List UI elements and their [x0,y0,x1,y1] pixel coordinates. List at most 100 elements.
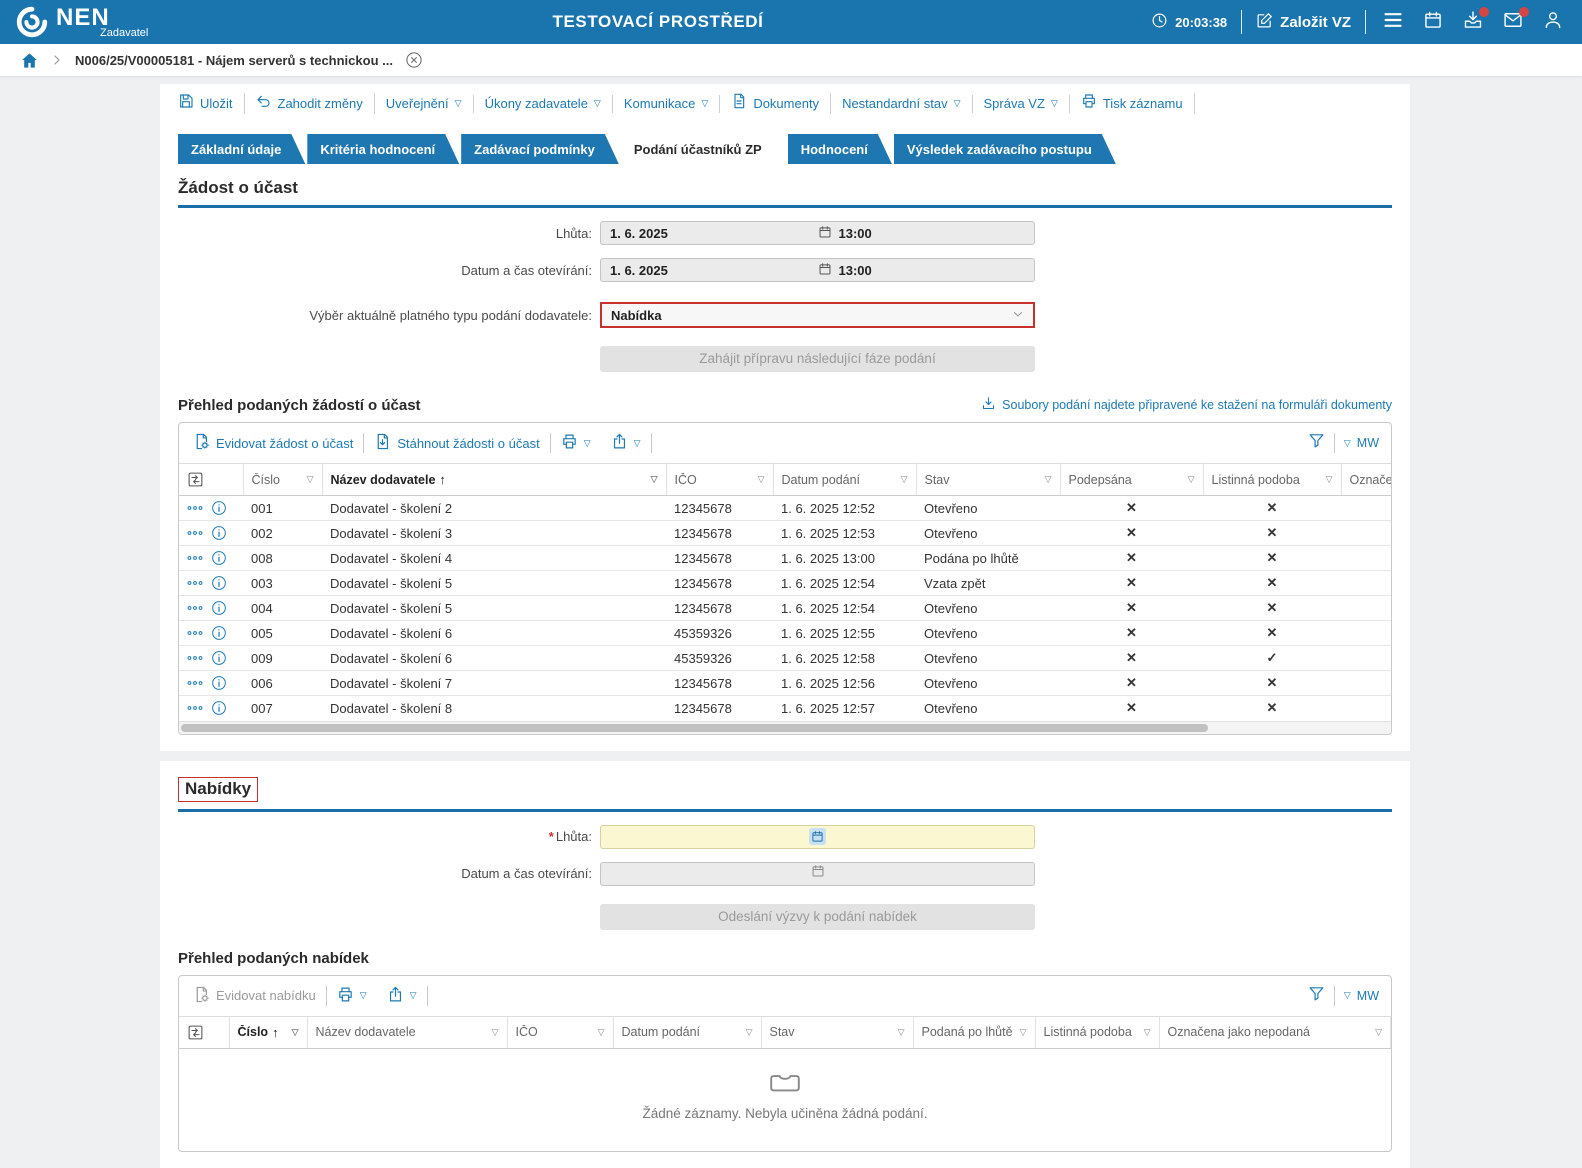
row-menu-icon[interactable] [187,628,203,638]
scrollbar-thumb[interactable] [181,724,1208,732]
horizontal-scrollbar[interactable] [179,721,1391,734]
row-info-icon[interactable] [211,625,227,641]
opening-field[interactable]: 1. 6. 2025 13:00 [600,258,1035,282]
filter-caret-icon[interactable]: ▽ [288,1027,299,1038]
filter-caret-icon[interactable]: ▽ [647,474,658,485]
row-menu-icon[interactable] [187,603,203,613]
brand[interactable]: NEN Zadavatel [16,6,148,39]
submission-files-link[interactable]: Soubory podání najdete připravené ke sta… [981,396,1392,414]
toolbar-item-2[interactable]: Uveřejnění▽ [375,95,474,113]
column-header-4[interactable]: Stav▽ [761,1016,913,1048]
filter-caret-icon[interactable]: ▽ [1041,474,1052,485]
tab-4[interactable]: Hodnocení [788,134,892,164]
lhuta-field[interactable]: 1. 6. 2025 13:00 [600,221,1035,245]
toolbar-item-3[interactable]: Úkony zadavatele▽ [474,95,613,113]
row-info-icon[interactable] [211,675,227,691]
toolbar-item-8[interactable]: Tisk záznamu [1070,93,1195,114]
filter-caret-icon[interactable]: ▽ [897,474,908,485]
row-info-icon[interactable] [211,600,227,616]
filter-caret-icon[interactable]: ▽ [1140,1027,1151,1038]
column-header-6[interactable]: Listinná podoba▽ [1035,1016,1159,1048]
column-config-icon[interactable] [187,471,235,488]
next-phase-button[interactable]: Zahájit přípravu následující fáze podání [600,346,1035,372]
filter-icon[interactable] [1308,432,1325,454]
filter-caret-icon[interactable]: ▽ [1184,474,1195,485]
submission-type-select[interactable]: Nabídka [600,302,1035,328]
table-row: 002Dodavatel - školení 3123456781. 6. 20… [179,521,1391,546]
column-config-icon[interactable] [187,1024,221,1041]
filter-caret-icon[interactable]: ▽ [594,1027,605,1038]
toolbar-item-1[interactable]: Zahodit změny [245,93,375,114]
close-icon[interactable] [405,51,423,69]
tab-2[interactable]: Zadávací podmínky [461,134,619,164]
filter-caret-icon[interactable]: ▽ [303,474,314,485]
row-menu-icon[interactable] [187,528,203,538]
messages-button[interactable] [1500,9,1526,35]
row-info-icon[interactable] [211,550,227,566]
filter-caret-icon[interactable]: ▽ [894,1027,905,1038]
panel-tool-0[interactable]: Evidovat žádost o účast [191,433,363,453]
menu-button[interactable] [1380,9,1406,35]
row-info-icon[interactable] [211,650,227,666]
user-button[interactable] [1540,9,1566,35]
tab-5[interactable]: Výsledek zadávacího postupu [894,134,1116,164]
column-header-3[interactable]: Datum podání▽ [613,1016,761,1048]
share-icon[interactable]: ▽ [601,433,651,453]
share-icon[interactable]: ▽ [377,986,427,1006]
panel-tool-1[interactable]: Stáhnout žádosti o účast [364,433,549,453]
send-call-button[interactable]: Odeslání výzvy k podání nabídek [600,904,1035,930]
row-menu-icon[interactable] [187,703,203,713]
cell-supplier-name: Dodavatel - školení 5 [322,596,666,621]
column-header-0[interactable]: Číslo↑▽ [229,1016,307,1048]
tab-1[interactable]: Kritéria hodnocení [307,134,459,164]
column-header-7[interactable]: Označe [1341,464,1391,496]
column-header-1[interactable]: Název dodavatele↑▽ [322,464,666,496]
mw-control[interactable]: ▽MW [1344,989,1379,1003]
requests-table: Číslo▽Název dodavatele↑▽IČO▽Datum podání… [179,463,1391,721]
toolbar-item-0[interactable]: Uložit [178,93,245,114]
column-header-2[interactable]: IČO ▽ [666,464,773,496]
offers-lhuta-field[interactable] [600,825,1035,849]
toolbar-item-4[interactable]: Komunikace▽ [613,95,720,113]
row-info-icon[interactable] [211,500,227,516]
breadcrumb-item[interactable]: N006/25/V00005181 - Nájem serverů s tech… [75,53,393,68]
column-header-3[interactable]: Datum podání▽ [773,464,916,496]
filter-caret-icon[interactable]: ▽ [754,474,765,485]
filter-caret-icon[interactable]: ▽ [488,1027,499,1038]
create-vz-button[interactable]: Založit VZ [1256,12,1351,33]
downloads-button[interactable] [1460,9,1486,35]
filter-caret-icon[interactable]: ▽ [742,1027,753,1038]
tab-3[interactable]: Podání účastníků ZP [621,134,786,164]
row-info-icon[interactable] [211,700,227,716]
home-icon[interactable] [20,51,39,70]
toolbar-item-7[interactable]: Správa VZ▽ [973,95,1070,113]
column-header-7[interactable]: Označena jako nepodaná▽ [1159,1016,1391,1048]
column-header-2[interactable]: IČO▽ [507,1016,613,1048]
tab-0[interactable]: Základní údaje [178,134,305,164]
column-label: IČO [675,473,697,487]
printer-icon[interactable]: ▽ [327,986,377,1006]
column-header-1[interactable]: Název dodavatele▽ [307,1016,507,1048]
calendar-icon[interactable] [809,828,826,845]
column-header-5[interactable]: Podepsána▽ [1060,464,1203,496]
row-menu-icon[interactable] [187,553,203,563]
printer-icon[interactable]: ▽ [551,433,601,453]
filter-icon[interactable] [1308,985,1325,1007]
calendar-button[interactable] [1420,9,1446,35]
row-menu-icon[interactable] [187,578,203,588]
mw-control[interactable]: ▽MW [1344,436,1379,450]
filter-caret-icon[interactable]: ▽ [1322,474,1333,485]
column-header-4[interactable]: Stav▽ [916,464,1060,496]
column-header-0[interactable]: Číslo▽ [243,464,322,496]
row-info-icon[interactable] [211,575,227,591]
row-info-icon[interactable] [211,525,227,541]
column-header-5[interactable]: Podaná po lhůtě▽ [913,1016,1035,1048]
row-menu-icon[interactable] [187,653,203,663]
filter-caret-icon[interactable]: ▽ [1371,1027,1382,1038]
row-menu-icon[interactable] [187,678,203,688]
toolbar-item-5[interactable]: Dokumenty [720,93,831,114]
column-header-6[interactable]: Listinná podoba▽ [1203,464,1341,496]
filter-caret-icon[interactable]: ▽ [1016,1027,1027,1038]
row-menu-icon[interactable] [187,503,203,513]
toolbar-item-6[interactable]: Nestandardní stav▽ [831,95,972,113]
